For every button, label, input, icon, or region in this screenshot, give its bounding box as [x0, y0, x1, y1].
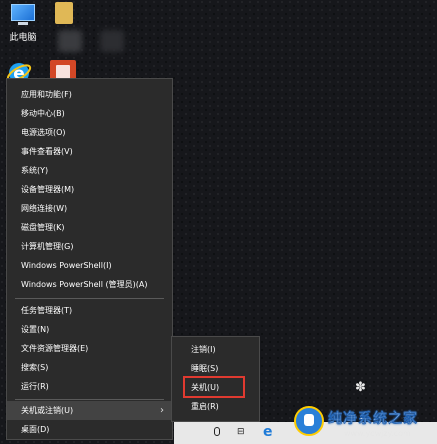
- monitor-icon: [11, 4, 35, 21]
- menu-separator: [15, 298, 164, 299]
- menu-item-system[interactable]: 系统(Y): [7, 161, 172, 180]
- menu-item-event-viewer[interactable]: 事件查看器(V): [7, 142, 172, 161]
- menu-item-search[interactable]: 搜索(S): [7, 358, 172, 377]
- menu-item-disk-management[interactable]: 磁盘管理(K): [7, 218, 172, 237]
- submenu-item-restart[interactable]: 重启(R): [172, 397, 259, 416]
- menu-item-power-options[interactable]: 电源选项(O): [7, 123, 172, 142]
- menu-item-settings[interactable]: 设置(N): [7, 320, 172, 339]
- menu-item-shutdown-signout-label: 关机或注销(U): [21, 406, 74, 415]
- menu-item-desktop[interactable]: 桌面(D): [7, 420, 172, 439]
- menu-item-apps-features[interactable]: 应用和功能(F): [7, 85, 172, 104]
- blurred-icon: [100, 30, 124, 52]
- menu-item-run[interactable]: 运行(R): [7, 377, 172, 396]
- shutdown-highlight-box: [183, 376, 245, 398]
- blurred-icon: [58, 30, 82, 52]
- site-watermark: 纯净系统之家 www.ycwjzy.com: [292, 402, 437, 444]
- menu-item-device-manager[interactable]: 设备管理器(M): [7, 180, 172, 199]
- task-view-icon[interactable]: ⊟: [237, 428, 248, 437]
- menu-item-computer-management[interactable]: 计算机管理(G): [7, 237, 172, 256]
- watermark-logo-icon: [294, 406, 324, 436]
- this-pc-icon[interactable]: 此电脑: [8, 4, 38, 43]
- paw-icon: ✽: [355, 380, 366, 395]
- submenu-item-signout[interactable]: 注销(I): [172, 340, 259, 359]
- watermark-url: www.ycwjzy.com: [344, 429, 411, 438]
- edge-icon[interactable]: e: [263, 425, 277, 439]
- menu-item-mobility-center[interactable]: 移动中心(B): [7, 104, 172, 123]
- winx-context-menu: 应用和功能(F) 移动中心(B) 电源选项(O) 事件查看器(V) 系统(Y) …: [6, 78, 173, 440]
- chevron-right-icon: ›: [160, 405, 164, 416]
- menu-item-network-connections[interactable]: 网络连接(W): [7, 199, 172, 218]
- menu-item-file-explorer[interactable]: 文件资源管理器(E): [7, 339, 172, 358]
- menu-item-powershell[interactable]: Windows PowerShell(I): [7, 256, 172, 275]
- menu-separator: [15, 399, 164, 400]
- menu-item-powershell-admin[interactable]: Windows PowerShell (管理员)(A): [7, 275, 172, 294]
- folder-icon[interactable]: [55, 2, 73, 24]
- watermark-title: 纯净系统之家: [328, 411, 418, 427]
- microphone-icon[interactable]: [214, 427, 220, 436]
- menu-item-task-manager[interactable]: 任务管理器(T): [7, 301, 172, 320]
- this-pc-label: 此电脑: [9, 33, 37, 43]
- menu-item-shutdown-signout[interactable]: 关机或注销(U) ›: [7, 401, 172, 420]
